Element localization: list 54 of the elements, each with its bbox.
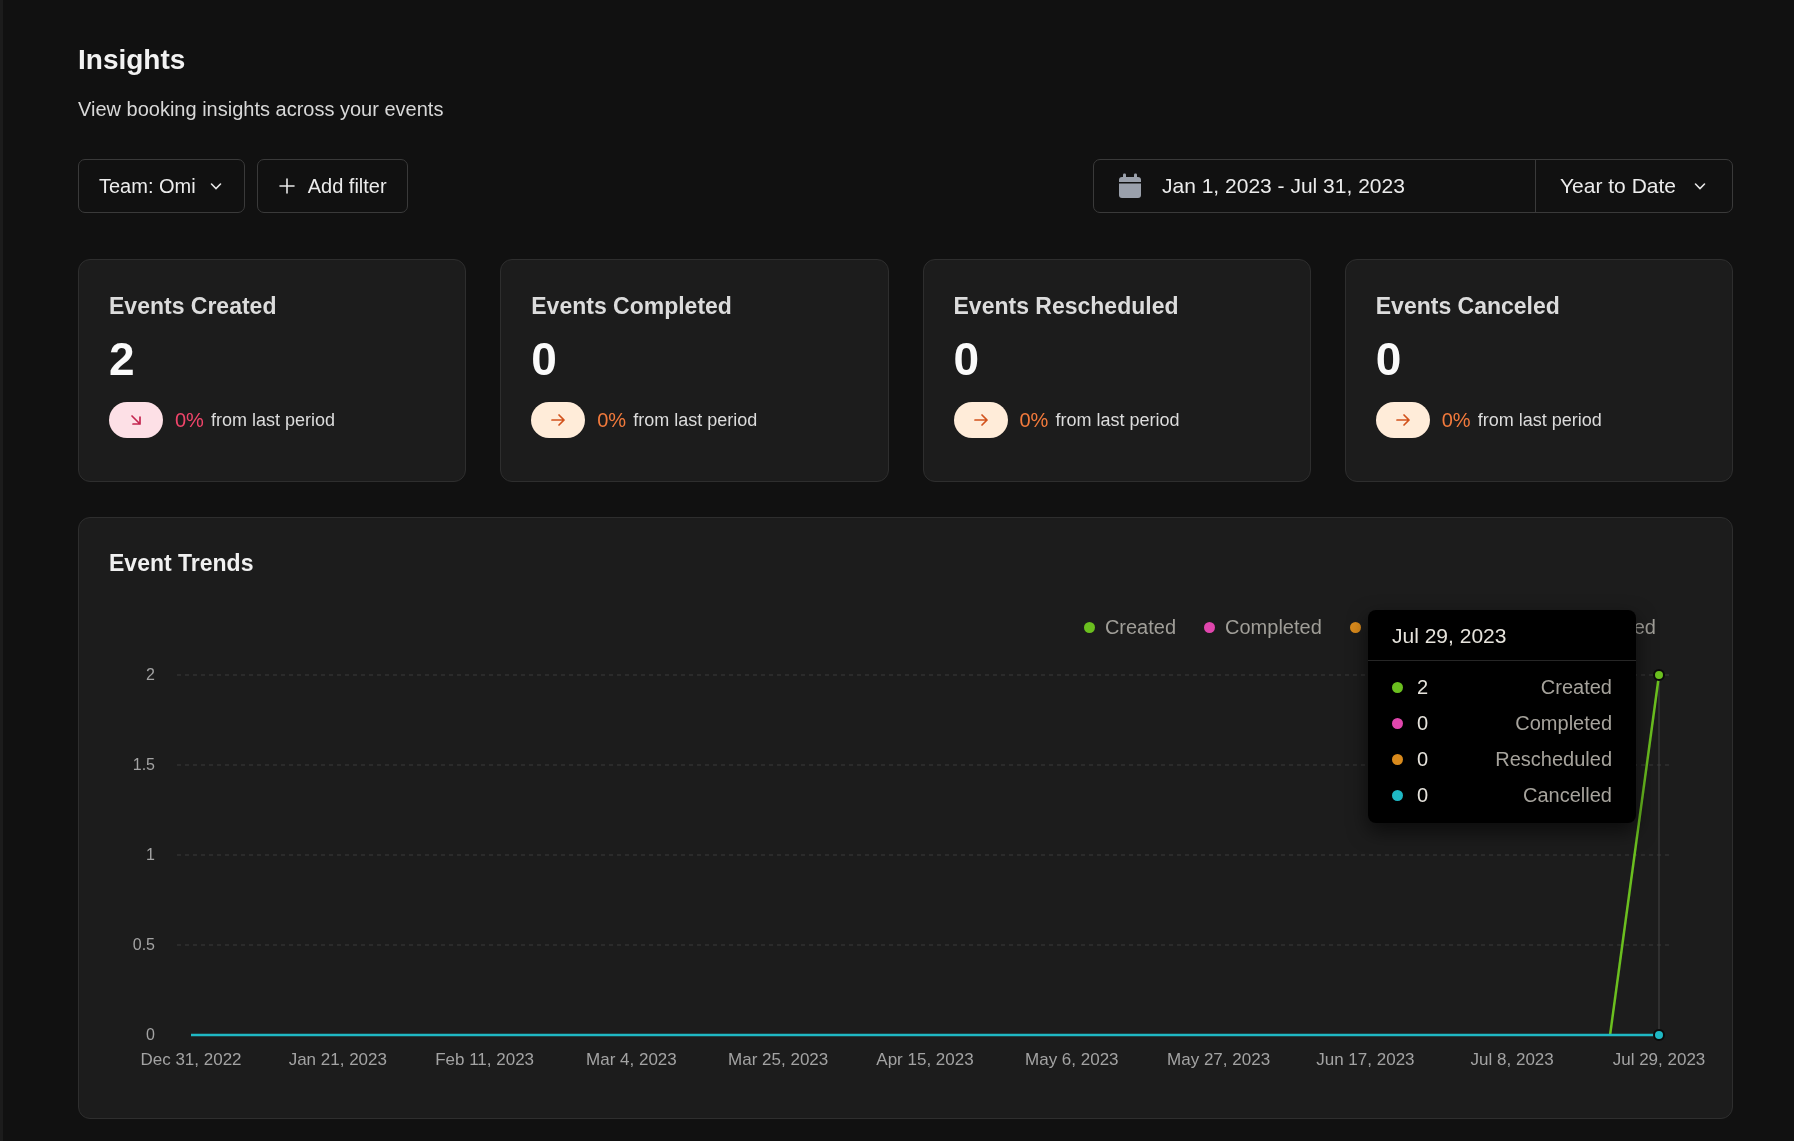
page-subtitle: View booking insights across your events	[78, 98, 445, 121]
tooltip-value: 0	[1417, 783, 1429, 807]
stat-value: 2	[109, 332, 136, 386]
stat-title: Events Completed	[531, 293, 733, 320]
trend-percent: 0%	[1441, 408, 1471, 432]
legend-label: Created	[1104, 615, 1177, 639]
page-title: Insights	[78, 44, 187, 76]
stat-title: Events Created	[109, 293, 278, 320]
x-tick-label: Apr 15, 2023	[876, 1050, 974, 1069]
y-tick-label: 1	[146, 846, 155, 863]
trend-caption: from last period	[210, 409, 335, 431]
tooltip-value: 0	[1417, 747, 1429, 771]
tooltip-label: Rescheduled	[1495, 747, 1612, 771]
preset-dropdown[interactable]: Year to Date	[1535, 160, 1732, 212]
add-filter-button[interactable]: Add filter	[256, 159, 408, 213]
tooltip-date: Jul 29, 2023	[1368, 610, 1636, 661]
tooltip-label: Cancelled	[1523, 783, 1612, 807]
date-range-text: Jan 1, 2023 - Jul 31, 2023	[1162, 174, 1405, 198]
stat-title: Events Rescheduled	[953, 293, 1180, 320]
x-tick-label: Mar 4, 2023	[586, 1050, 677, 1069]
x-tick-label: Feb 11, 2023	[435, 1050, 535, 1069]
chart-title: Event Trends	[109, 550, 255, 577]
trend-percent: 0%	[597, 408, 627, 432]
x-tick-label: Jan 21, 2023	[288, 1050, 387, 1069]
x-tick-label: Dec 31, 2022	[140, 1050, 242, 1069]
trend-caption: from last period	[1055, 409, 1180, 431]
trend-percent: 0%	[175, 408, 204, 432]
tooltip-label: Created	[1540, 675, 1612, 699]
data-point	[1653, 669, 1665, 681]
y-tick-label: 0	[146, 1026, 155, 1043]
stat-value: 0	[953, 332, 981, 386]
x-tick-label: Jun 17, 2023	[1316, 1050, 1415, 1069]
team-dropdown[interactable]: Team: Omi	[78, 159, 245, 213]
calendar-icon	[1118, 173, 1142, 199]
y-tick-label: 1.5	[132, 756, 155, 773]
x-tick-label: Jul 29, 2023	[1612, 1050, 1706, 1069]
trend-caption: from last period	[1477, 409, 1602, 431]
x-tick-label: Jul 8, 2023	[1470, 1050, 1554, 1069]
stat-value: 0	[1375, 332, 1403, 386]
stat-title: Events Canceled	[1375, 293, 1561, 320]
trend-caption: from last period	[633, 409, 758, 431]
x-tick-label: Mar 25, 2023	[728, 1050, 829, 1069]
trend-percent: 0%	[1019, 408, 1049, 432]
date-range-picker[interactable]: Jan 1, 2023 - Jul 31, 2023 Year to Date	[1093, 159, 1733, 213]
tooltip-value: 2	[1417, 675, 1429, 699]
x-tick-label: May 27, 2023	[1167, 1050, 1271, 1069]
x-tick-label: May 6, 2023	[1025, 1050, 1119, 1069]
tooltip-label: Completed	[1515, 711, 1612, 735]
legend-label: Completed	[1225, 615, 1322, 639]
y-tick-label: 0.5	[132, 936, 155, 953]
stat-value: 0	[531, 332, 558, 386]
tooltip-value: 0	[1417, 711, 1429, 735]
y-tick-label: 2	[146, 666, 155, 683]
plus-icon	[277, 177, 296, 195]
